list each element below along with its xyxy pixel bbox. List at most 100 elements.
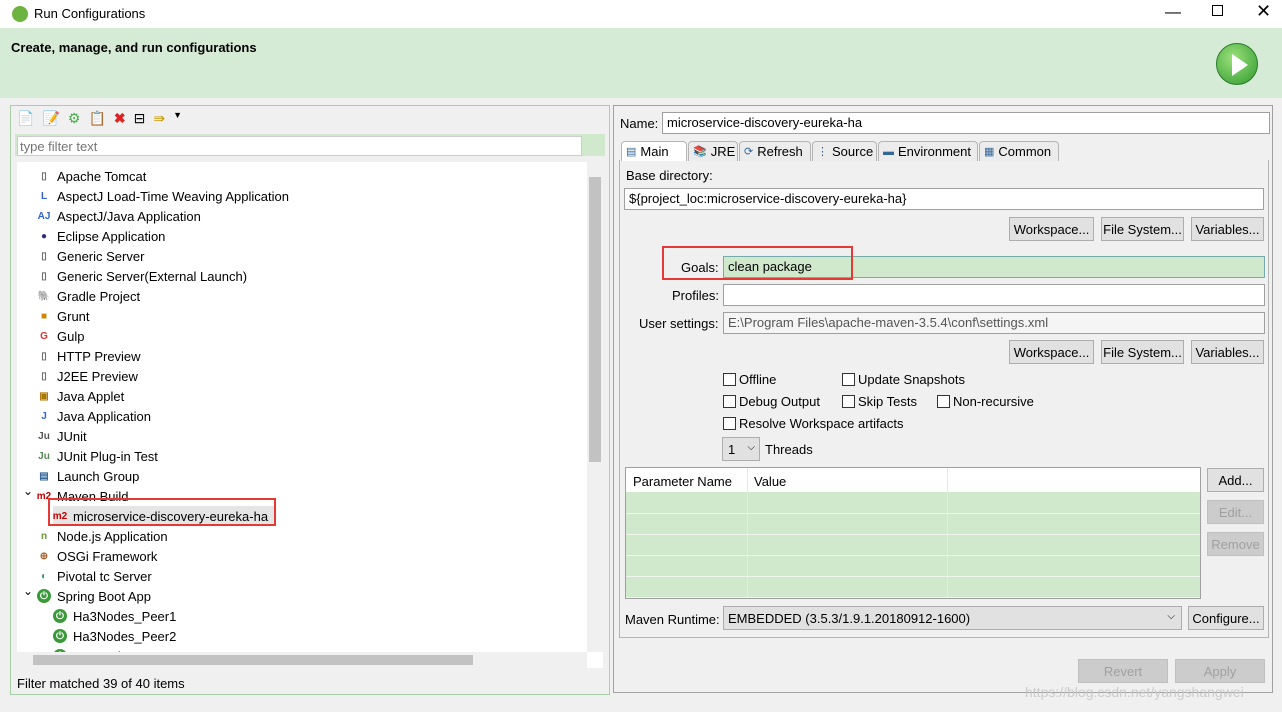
tree-item[interactable]: ◐ Pivotal tc Server bbox=[37, 566, 152, 586]
table-row-divider bbox=[626, 555, 1200, 556]
skip-tests-checkbox[interactable]: Skip Tests bbox=[842, 394, 917, 409]
spring-boot-icon: ⏻ bbox=[53, 629, 67, 643]
vertical-scrollbar[interactable] bbox=[587, 162, 603, 652]
delete-icon[interactable]: ✖ bbox=[114, 110, 126, 127]
tree-item[interactable]: ⏻ Ha3Nodes_Peer2 bbox=[53, 626, 176, 646]
add-button[interactable]: Add... bbox=[1207, 468, 1264, 492]
duplicate-icon[interactable]: 📋 bbox=[88, 110, 105, 127]
offline-checkbox[interactable]: Offline bbox=[723, 372, 776, 387]
debug-output-checkbox[interactable]: Debug Output bbox=[723, 394, 820, 409]
ltw-icon: L bbox=[40, 190, 48, 202]
grunt-icon: ■ bbox=[40, 310, 48, 322]
server-icon: ▯ bbox=[41, 250, 47, 262]
tree-item[interactable]: Ju JUnit bbox=[37, 426, 86, 446]
tab-environment[interactable]: ▬ Environment bbox=[878, 141, 978, 161]
column-header-value[interactable]: Value bbox=[754, 474, 786, 489]
non-recursive-checkbox[interactable]: Non-recursive bbox=[937, 394, 1034, 409]
title-bar: Run Configurations — ✕ bbox=[0, 0, 1282, 28]
tree-item[interactable]: J Java Application bbox=[37, 406, 151, 426]
update-snapshots-checkbox[interactable]: Update Snapshots bbox=[842, 372, 965, 387]
highlight-goals bbox=[662, 246, 853, 280]
edit-button[interactable]: Edit... bbox=[1207, 500, 1264, 524]
osgi-icon: ⊕ bbox=[39, 550, 49, 562]
workspace-button-2[interactable]: Workspace... bbox=[1009, 340, 1094, 364]
threads-select[interactable]: 1 ⌵ bbox=[722, 437, 760, 461]
filter-input[interactable] bbox=[17, 136, 582, 156]
tab-common[interactable]: ▦ Common bbox=[979, 141, 1059, 161]
tree-item[interactable]: ⊕ OSGi Framework bbox=[37, 546, 158, 566]
window-title: Run Configurations bbox=[34, 6, 146, 21]
table-row-divider bbox=[626, 513, 1200, 514]
user-settings-input[interactable]: E:\Program Files\apache-maven-3.5.4\conf… bbox=[723, 312, 1265, 334]
base-dir-input[interactable]: ${project_loc:microservice-discovery-eur… bbox=[624, 188, 1264, 210]
tree-item[interactable]: AJ AspectJ/Java Application bbox=[37, 206, 201, 226]
workspace-button[interactable]: Workspace... bbox=[1009, 217, 1094, 241]
tree-item[interactable]: ⌄ ⏻ Spring Boot App bbox=[23, 584, 151, 606]
file-system-button[interactable]: File System... bbox=[1101, 217, 1184, 241]
server-icon: ▯ bbox=[41, 170, 47, 182]
remove-button[interactable]: Remove bbox=[1207, 532, 1264, 556]
apply-button[interactable]: Apply bbox=[1175, 659, 1265, 683]
launch-group-icon: ▤ bbox=[39, 470, 49, 482]
tree-item[interactable]: Ju JUnit Plug-in Test bbox=[37, 446, 158, 466]
profiles-input[interactable] bbox=[723, 284, 1265, 306]
tree-item-label: Gradle Project bbox=[57, 288, 141, 304]
tree-item-label: Grunt bbox=[57, 308, 90, 324]
table-row-divider bbox=[626, 534, 1200, 535]
main-tab-icon: ▤ bbox=[626, 146, 637, 158]
tab-jre[interactable]: 📚 JRE bbox=[688, 141, 738, 161]
tab-refresh[interactable]: ⟳ Refresh bbox=[739, 141, 811, 161]
resolve-workspace-checkbox[interactable]: Resolve Workspace artifacts bbox=[723, 416, 904, 431]
tree-item[interactable]: ▯ J2EE Preview bbox=[37, 366, 138, 386]
tree-item[interactable]: ▣ Java Applet bbox=[37, 386, 124, 406]
tree-item-label: Pivotal tc Server bbox=[57, 568, 152, 584]
parameters-table[interactable]: Parameter Name Value bbox=[625, 467, 1201, 599]
toolbar: 📄 📝 ⚙ 📋 ✖ ⊟ ⇛ ▼ bbox=[17, 110, 182, 127]
config-tree[interactable]: ▯ Apache Tomcat L AspectJ Load-Time Weaving… bbox=[17, 162, 603, 668]
horizontal-scrollbar[interactable] bbox=[17, 652, 587, 668]
configure-button[interactable]: Configure... bbox=[1188, 606, 1264, 630]
tree-item[interactable]: ▯ Generic Server bbox=[37, 246, 144, 266]
environment-icon: ▬ bbox=[883, 145, 894, 158]
new-prototype-icon[interactable]: 📝 bbox=[42, 110, 59, 127]
variables-button-2[interactable]: Variables... bbox=[1191, 340, 1264, 364]
tree-item[interactable]: ▤ Launch Group bbox=[37, 466, 139, 486]
maximize-button[interactable] bbox=[1212, 5, 1223, 16]
applet-icon: ▣ bbox=[39, 390, 49, 402]
tree-item[interactable]: G Gulp bbox=[37, 326, 84, 346]
filter-status: Filter matched 39 of 40 items bbox=[17, 676, 185, 691]
variables-button[interactable]: Variables... bbox=[1191, 217, 1264, 241]
tree-item[interactable]: ⏻ Ha3Nodes_Peer1 bbox=[53, 606, 176, 626]
tree-item[interactable]: ■ Grunt bbox=[37, 306, 90, 326]
tree-item[interactable]: ▯ Apache Tomcat bbox=[37, 166, 146, 186]
left-panel: 📄 📝 ⚙ 📋 ✖ ⊟ ⇛ ▼ ▯ Apache Tomcat L AspectJ L… bbox=[10, 105, 610, 695]
revert-button[interactable]: Revert bbox=[1078, 659, 1168, 683]
minimize-button[interactable]: — bbox=[1165, 4, 1181, 22]
tree-item[interactable]: ● Eclipse Application bbox=[37, 226, 165, 246]
tree-item[interactable]: 🐘 Gradle Project bbox=[37, 286, 140, 306]
expand-chevron-icon[interactable]: ⌄ bbox=[23, 484, 33, 498]
tab-label: Refresh bbox=[757, 144, 803, 159]
tree-item-label: Generic Server bbox=[57, 248, 145, 264]
close-button[interactable]: ✕ bbox=[1256, 1, 1271, 22]
tab-main[interactable]: ▤ Main bbox=[621, 141, 687, 161]
maven-runtime-select[interactable]: EMBEDDED (3.5.3/1.9.1.20180912-1600) ⌵ bbox=[723, 606, 1182, 630]
expand-chevron-icon[interactable]: ⌄ bbox=[23, 584, 33, 598]
junit-plugin-icon: Ju bbox=[38, 450, 50, 462]
spring-app-icon bbox=[12, 6, 28, 22]
tree-item[interactable]: L AspectJ Load-Time Weaving Application bbox=[37, 186, 289, 206]
tree-item[interactable]: ▯ HTTP Preview bbox=[37, 346, 140, 366]
file-system-button-2[interactable]: File System... bbox=[1101, 340, 1184, 364]
name-input[interactable]: microservice-discovery-eureka-ha bbox=[662, 112, 1270, 134]
tab-source[interactable]: ⋮ Source bbox=[812, 141, 877, 161]
collapse-all-icon[interactable]: ⊟ bbox=[134, 110, 146, 127]
new-config-icon[interactable]: 📄 bbox=[17, 110, 34, 127]
tree-item[interactable]: ▯ Generic Server(External Launch) bbox=[37, 266, 247, 286]
filter-icon[interactable]: ⇛ bbox=[153, 110, 165, 127]
column-header-parameter-name[interactable]: Parameter Name bbox=[633, 474, 732, 489]
chevron-down-icon[interactable]: ▼ bbox=[173, 110, 182, 127]
export-icon[interactable]: ⚙ bbox=[68, 110, 81, 127]
server-icon: ▯ bbox=[41, 370, 47, 382]
eclipse-icon: ● bbox=[40, 230, 48, 242]
tree-item[interactable]: n Node.js Application bbox=[37, 526, 168, 546]
